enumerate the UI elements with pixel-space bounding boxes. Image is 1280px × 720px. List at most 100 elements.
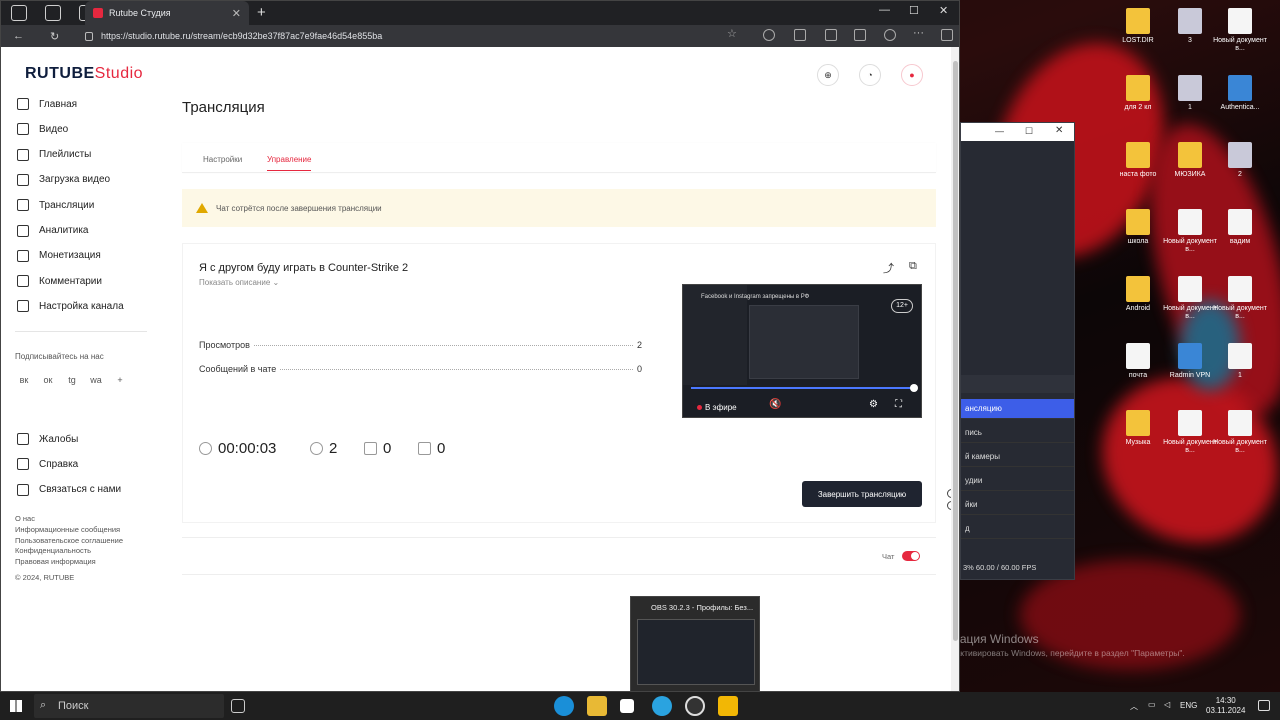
maximize-icon[interactable]: ☐	[909, 4, 919, 17]
social-link-icon[interactable]: tg	[65, 373, 79, 387]
app-icon[interactable]	[718, 696, 738, 716]
sidebar-toggle-icon[interactable]	[941, 29, 953, 41]
social-link-icon[interactable]: ок	[41, 373, 55, 387]
show-description-link[interactable]: Показать описание ⌄	[199, 278, 279, 287]
desktop-icon[interactable]: МЮЗИКА	[1162, 142, 1218, 179]
fullscreen-icon[interactable]: ⛶	[895, 399, 902, 410]
sidebar-item[interactable]: Аналитика	[17, 224, 89, 237]
obs-window[interactable]: — ☐ ✕ ансляцию пись й камеры удии йки д …	[960, 122, 1075, 580]
desktop-icon[interactable]: LOST.DIR	[1110, 8, 1166, 45]
obs-titlebar[interactable]: — ☐ ✕	[961, 123, 1074, 141]
collections-bar-icon[interactable]	[854, 29, 866, 41]
scrollbar-thumb[interactable]	[953, 61, 958, 641]
obs-control-item[interactable]: й камеры	[961, 447, 1074, 467]
taskbar-search[interactable]: ⌕ Поиск	[34, 694, 224, 718]
minimize-icon[interactable]: —	[879, 4, 890, 16]
desktop-icon[interactable]: Android	[1110, 276, 1166, 313]
desktop-icon[interactable]: Новый документ в...	[1212, 410, 1268, 455]
collections-icon[interactable]	[45, 5, 61, 21]
network-icon[interactable]: ▭	[1148, 700, 1156, 709]
footer-link[interactable]: Информационные сообщения	[15, 525, 120, 534]
windows-start-icon[interactable]	[10, 700, 22, 712]
explorer-icon[interactable]	[587, 696, 607, 716]
profile-icon[interactable]	[11, 5, 27, 21]
desktop-icon[interactable]: для 2 кл	[1110, 75, 1166, 112]
desktop-icon[interactable]: Новый документ в...	[1162, 209, 1218, 254]
social-link-icon[interactable]: вк	[17, 373, 31, 387]
progress-knob[interactable]	[910, 384, 918, 392]
footer-link[interactable]: Конфиденциальность	[15, 546, 91, 555]
open-external-icon[interactable]: ⧉	[909, 260, 917, 273]
clock[interactable]: 14:30 03.11.2024	[1206, 696, 1245, 716]
notifications-icon[interactable]: ◔	[859, 64, 881, 86]
obs-control-item[interactable]: пись	[961, 423, 1074, 443]
page-scrollbar[interactable]	[951, 47, 959, 691]
sidebar-item[interactable]: Загрузка видео	[17, 173, 110, 186]
obs-control-item[interactable]: ансляцию	[961, 399, 1074, 419]
chat-toggle[interactable]	[902, 551, 920, 561]
desktop-icon[interactable]: Новый документ в...	[1212, 276, 1268, 321]
support-item[interactable]: Справка	[17, 458, 78, 471]
sidebar-item[interactable]: Комментарии	[17, 275, 102, 288]
sidebar-item[interactable]: Монетизация	[17, 249, 101, 262]
sidebar-item[interactable]: Плейлисты	[17, 148, 91, 161]
obs-control-item[interactable]: д	[961, 519, 1074, 539]
footer-link[interactable]: Пользовательское соглашение	[15, 536, 123, 545]
tab-management[interactable]: Управление	[267, 155, 312, 171]
obs-control-item[interactable]: йки	[961, 495, 1074, 515]
support-item[interactable]: Жалобы	[17, 433, 78, 445]
language-indicator[interactable]: ENG	[1180, 701, 1197, 710]
close-tab-icon[interactable]: ✕	[232, 7, 241, 20]
desktop-icon[interactable]: Authentica...	[1212, 75, 1268, 112]
support-item[interactable]: Связаться с нами	[17, 483, 121, 496]
obs-icon[interactable]	[685, 696, 705, 716]
refresh-icon[interactable]: ↻	[50, 30, 59, 43]
sidebar-item[interactable]: Видео	[17, 123, 68, 136]
social-link-icon[interactable]: +	[113, 373, 127, 387]
tab-settings[interactable]: Настройки	[203, 155, 242, 164]
browser-tab[interactable]: Rutube Студия ✕	[85, 1, 249, 25]
desktop-icon[interactable]: 1	[1212, 343, 1268, 380]
desktop-icon[interactable]: почта	[1110, 343, 1166, 380]
taskbar-preview-obs[interactable]: OBS 30.2.3 - Профилы: Без...	[630, 596, 760, 692]
extensions-icon[interactable]	[884, 29, 896, 41]
avatar[interactable]: ●	[901, 64, 923, 86]
video-progress-bar[interactable]	[691, 384, 918, 392]
obs-control-item[interactable]: удии	[961, 471, 1074, 491]
desktop-icon[interactable]: Новый документ в...	[1212, 8, 1268, 53]
close-window-icon[interactable]: ✕	[939, 4, 948, 17]
sidebar-item[interactable]: Трансляции	[17, 199, 94, 212]
favorites-icon[interactable]	[825, 29, 837, 41]
create-icon[interactable]: ⊕	[817, 64, 839, 86]
new-tab-button[interactable]: +	[257, 4, 266, 21]
desktop-icon[interactable]: Новый документ в...	[1162, 276, 1218, 321]
desktop-icon[interactable]: наста фото	[1110, 142, 1166, 179]
notifications-center-icon[interactable]	[1258, 700, 1270, 711]
tray-expand-icon[interactable]: ︿	[1130, 701, 1138, 712]
desktop-icon[interactable]: 3	[1162, 8, 1218, 45]
end-stream-button[interactable]: Завершить трансляцию	[802, 481, 922, 507]
volume-icon[interactable]: ◁	[1164, 700, 1170, 709]
desktop-icon[interactable]: школа	[1110, 209, 1166, 246]
player-settings-icon[interactable]: ⚙	[869, 399, 878, 410]
store-icon[interactable]	[620, 699, 634, 713]
share-icon[interactable]: ⤴	[883, 260, 894, 276]
edge-icon[interactable]	[554, 696, 574, 716]
desktop-icon[interactable]: Новый документ в...	[1162, 410, 1218, 455]
favorite-star-icon[interactable]: ☆	[727, 27, 737, 40]
footer-link[interactable]: Правовая информация	[15, 557, 96, 566]
desktop-icon[interactable]: 1	[1162, 75, 1218, 112]
sidebar-item[interactable]: Настройка канала	[17, 300, 124, 313]
mute-icon[interactable]: 🔇	[769, 399, 781, 410]
footer-link[interactable]: О нас	[15, 514, 35, 523]
desktop-icon[interactable]: вадим	[1212, 209, 1268, 246]
sync-icon[interactable]	[763, 29, 775, 41]
stream-preview-player[interactable]: Facebook и Instagram запрещены в РФ 12+ …	[682, 284, 922, 418]
desktop-icon[interactable]: Radmin VPN	[1162, 343, 1218, 380]
desktop-icon[interactable]: Музыка	[1110, 410, 1166, 447]
url-field[interactable]: https://studio.rutube.ru/stream/ecb9d32b…	[85, 28, 755, 44]
sidebar-item[interactable]: Главная	[17, 98, 77, 110]
task-view-icon[interactable]	[231, 699, 245, 713]
split-screen-icon[interactable]	[794, 29, 806, 41]
rutube-studio-logo[interactable]: RUTUBEStudio	[25, 65, 143, 83]
